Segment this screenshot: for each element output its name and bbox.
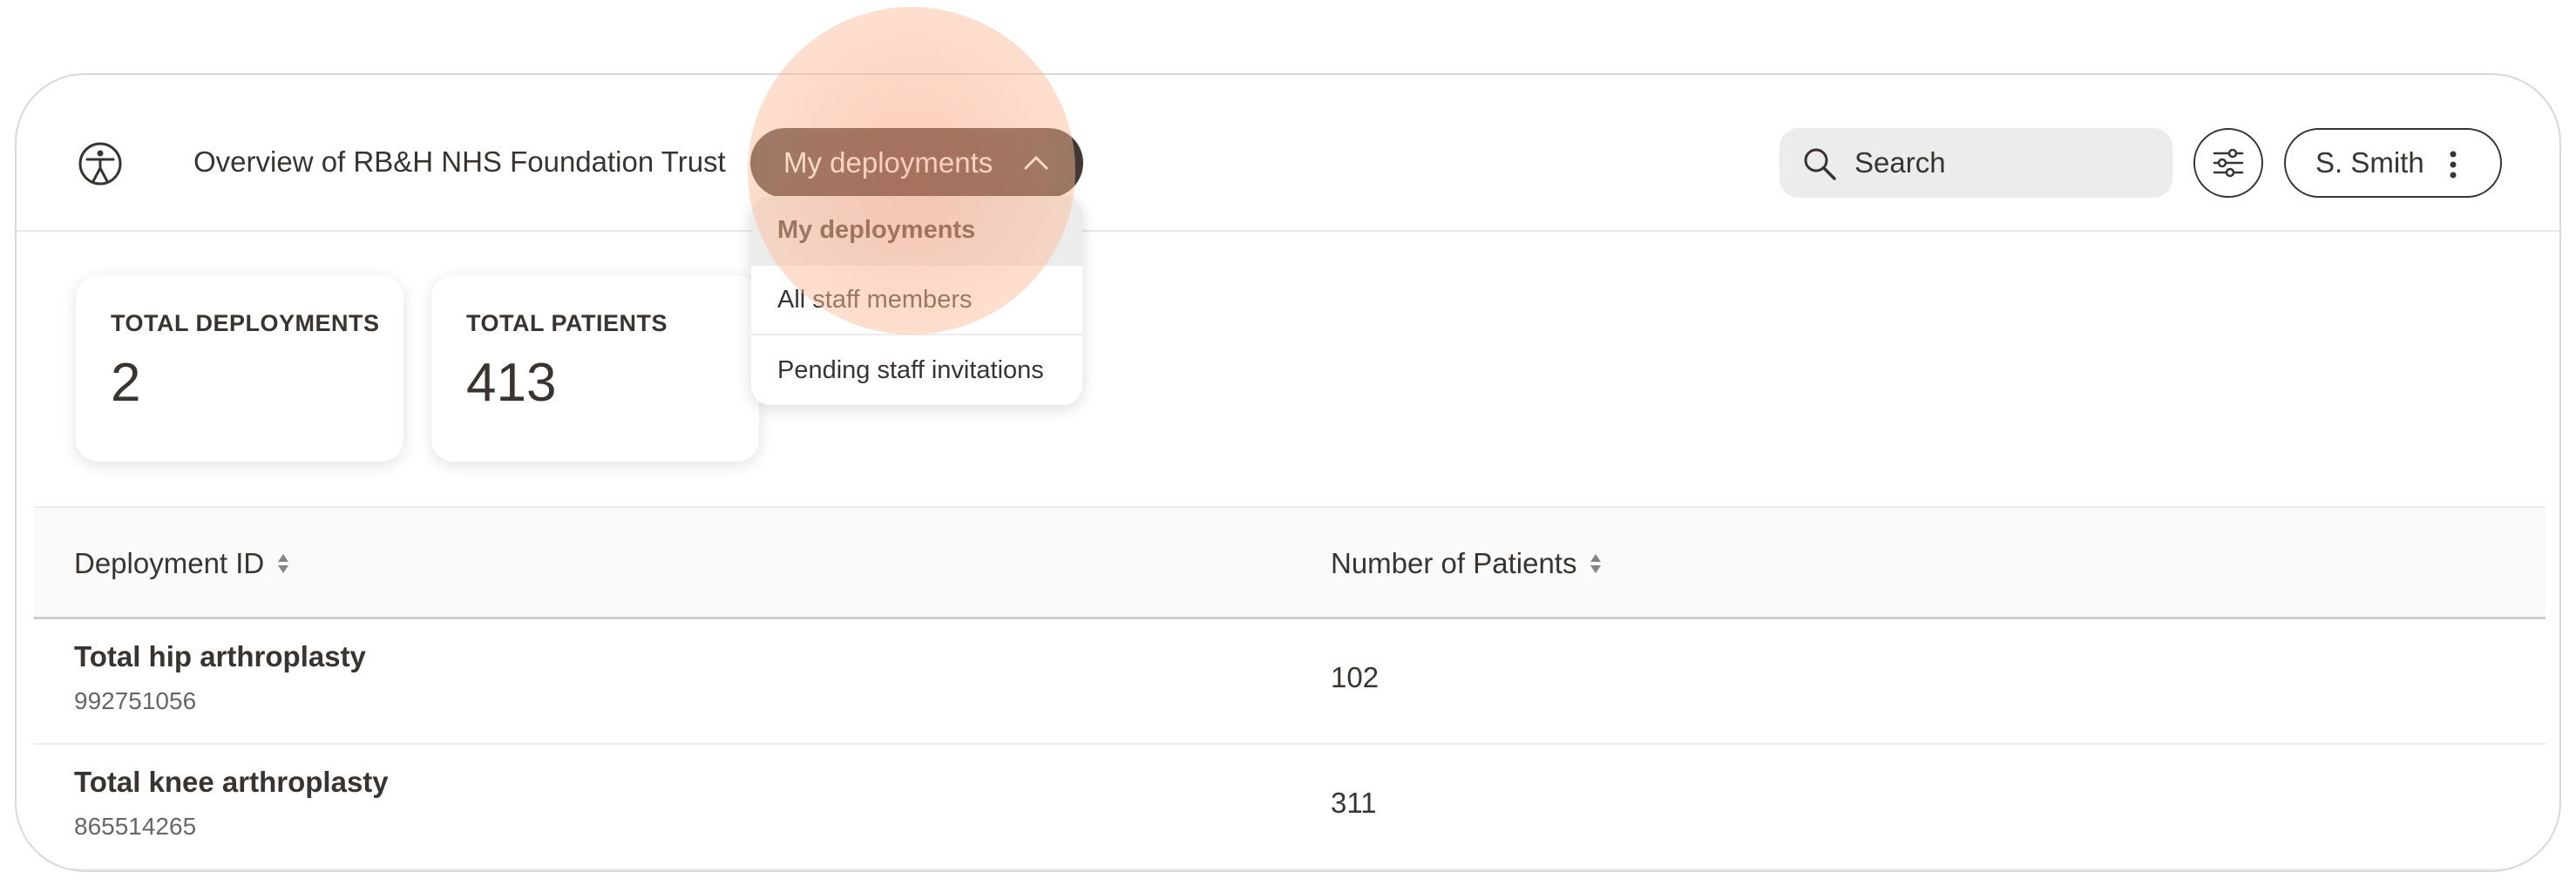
user-menu-button[interactable]: S. Smith [2284,128,2502,198]
stat-value: 2 [111,353,141,413]
sort-icon [1590,554,1602,573]
deployments-table: Deployment ID Number of Patients Total h… [34,506,2545,870]
app-window: Overview of RB&H NHS Foundation Trust My… [15,73,2561,872]
stat-label: TOTAL DEPLOYMENTS [111,310,380,336]
sliders-icon [2213,148,2244,178]
my-deployments-dropdown-button[interactable]: My deployments [750,128,1083,198]
deployment-id: 865514265 [74,813,197,840]
sort-icon [278,554,289,573]
search-icon [1804,148,1836,180]
column-label: Number of Patients [1331,547,1577,579]
stat-label: TOTAL PATIENTS [466,310,668,336]
search-input[interactable] [1854,128,2151,198]
table-row[interactable]: Total hip arthroplasty 992751056 102 [34,619,2545,745]
page-title: Overview of RB&H NHS Foundation Trust [193,145,726,178]
stat-value: 413 [466,353,557,413]
deployment-name: Total hip arthroplasty [74,640,366,672]
patient-count: 311 [1331,787,1377,819]
deployments-dropdown-menu: My deployments All staff members Pending… [751,196,1082,405]
kebab-menu-icon [2450,151,2457,179]
column-header-deployment-id[interactable]: Deployment ID [74,547,290,580]
stat-card-total-patients: TOTAL PATIENTS 413 [431,275,759,462]
chevron-up-icon [1024,156,1048,170]
deployment-id: 992751056 [74,687,197,714]
filter-settings-button[interactable] [2193,128,2263,198]
menu-item-pending-staff-invitations[interactable]: Pending staff invitations [751,335,1082,405]
table-row[interactable]: Total knee arthroplasty 865514265 311 [34,745,2545,870]
menu-item-my-deployments[interactable]: My deployments [751,196,1082,266]
patient-count: 102 [1331,661,1380,693]
user-name: S. Smith [2315,146,2424,179]
column-label: Deployment ID [74,547,265,579]
column-header-number-of-patients[interactable]: Number of Patients [1331,547,1603,580]
search-box[interactable] [1779,128,2173,198]
dropdown-label: My deployments [783,146,993,179]
menu-item-all-staff-members[interactable]: All staff members [751,266,1082,335]
deployment-name: Total knee arthroplasty [74,766,389,798]
top-bar: Overview of RB&H NHS Foundation Trust My… [17,75,2559,232]
stat-card-total-deployments: TOTAL DEPLOYMENTS 2 [76,275,403,462]
accessibility-person-icon[interactable] [78,141,123,186]
table-header: Deployment ID Number of Patients [34,506,2545,619]
